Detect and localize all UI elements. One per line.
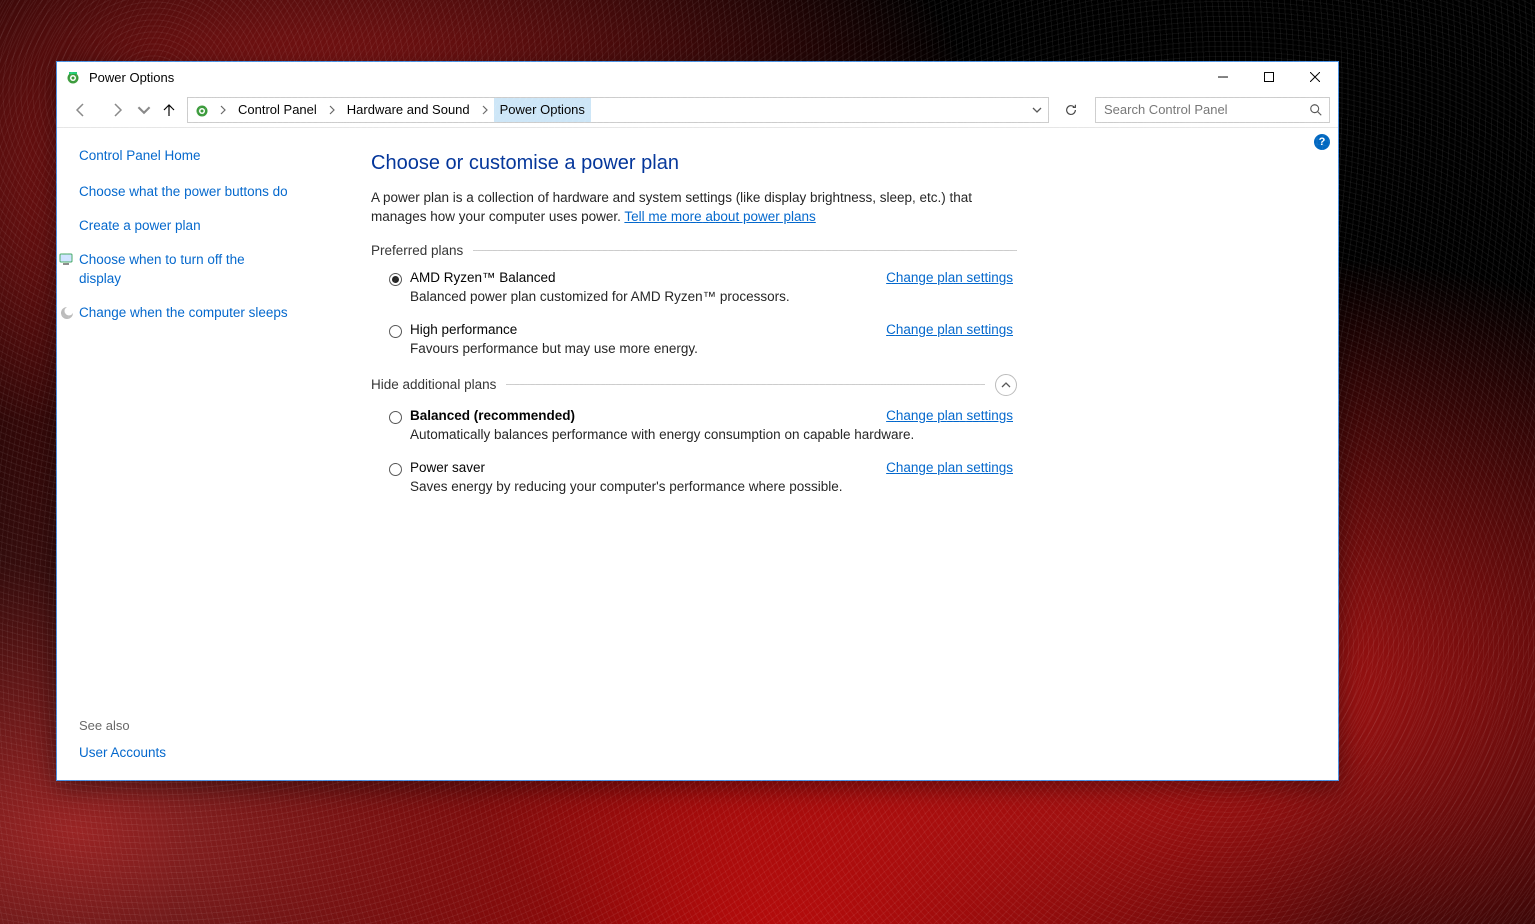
sidebar-link-display-off[interactable]: Choose when to turn off the display bbox=[79, 251, 289, 287]
desktop-background: Power Options bbox=[0, 0, 1535, 924]
up-button[interactable] bbox=[155, 96, 183, 124]
sidebar-link-power-buttons[interactable]: Choose what the power buttons do bbox=[79, 183, 289, 201]
breadcrumb-item[interactable]: Control Panel bbox=[232, 98, 323, 122]
address-icon bbox=[194, 102, 210, 118]
section-label: Hide additional plans bbox=[371, 377, 496, 392]
control-panel-home-link[interactable]: Control Panel Home bbox=[79, 148, 289, 163]
window-body: ? Control Panel Home Choose what the pow… bbox=[57, 128, 1338, 780]
sidebar-link-user-accounts[interactable]: User Accounts bbox=[79, 745, 289, 760]
titlebar: Power Options bbox=[57, 62, 1338, 92]
plan-description: Balanced power plan customized for AMD R… bbox=[410, 289, 1017, 304]
section-label: Preferred plans bbox=[371, 243, 463, 258]
breadcrumb-item-current[interactable]: Power Options bbox=[494, 98, 591, 122]
chevron-right-icon[interactable] bbox=[323, 105, 341, 115]
see-also-label: See also bbox=[79, 718, 289, 733]
page-description: A power plan is a collection of hardware… bbox=[371, 189, 1017, 227]
sidebar-item-label: Change when the computer sleeps bbox=[79, 305, 288, 320]
divider bbox=[506, 384, 985, 385]
window-title: Power Options bbox=[89, 70, 174, 85]
search-icon bbox=[1309, 103, 1323, 117]
divider bbox=[473, 250, 1017, 251]
sidebar: Control Panel Home Choose what the power… bbox=[57, 128, 301, 780]
change-plan-settings-link[interactable]: Change plan settings bbox=[886, 270, 1013, 285]
sidebar-link-sleep[interactable]: Change when the computer sleeps bbox=[79, 304, 289, 322]
chevron-up-icon[interactable] bbox=[995, 374, 1017, 396]
search-input[interactable] bbox=[1102, 101, 1323, 118]
back-button[interactable] bbox=[65, 96, 97, 124]
address-dropdown-icon[interactable] bbox=[1024, 105, 1048, 115]
radio-button[interactable] bbox=[389, 273, 402, 286]
recent-locations-dropdown[interactable] bbox=[137, 96, 151, 124]
tell-me-more-link[interactable]: Tell me more about power plans bbox=[624, 209, 815, 224]
sidebar-link-create-plan[interactable]: Create a power plan bbox=[79, 217, 289, 235]
section-additional-plans[interactable]: Hide additional plans bbox=[371, 374, 1017, 396]
control-panel-window: Power Options bbox=[56, 61, 1339, 781]
radio-button[interactable] bbox=[389, 325, 402, 338]
plan-name[interactable]: High performance bbox=[410, 322, 517, 337]
close-button[interactable] bbox=[1292, 62, 1338, 92]
navigation-bar: Control Panel Hardware and Sound Power O… bbox=[57, 92, 1338, 128]
forward-button[interactable] bbox=[101, 96, 133, 124]
plan-high-performance: High performance Change plan settings Fa… bbox=[389, 322, 1017, 356]
plan-amd-ryzen-balanced: AMD Ryzen™ Balanced Change plan settings… bbox=[389, 270, 1017, 304]
chevron-right-icon[interactable] bbox=[214, 105, 232, 115]
plan-description: Saves energy by reducing your computer's… bbox=[410, 479, 1017, 494]
page-heading: Choose or customise a power plan bbox=[371, 152, 1017, 175]
breadcrumb-item[interactable]: Hardware and Sound bbox=[341, 98, 476, 122]
minimize-button[interactable] bbox=[1200, 62, 1246, 92]
monitor-icon bbox=[59, 252, 75, 268]
search-control-panel[interactable] bbox=[1095, 97, 1330, 123]
power-options-icon bbox=[65, 69, 81, 85]
plan-power-saver: Power saver Change plan settings Saves e… bbox=[389, 460, 1017, 494]
radio-button[interactable] bbox=[389, 463, 402, 476]
chevron-right-icon[interactable] bbox=[476, 105, 494, 115]
sidebar-item-label: Choose when to turn off the display bbox=[79, 252, 245, 285]
plan-name[interactable]: Balanced (recommended) bbox=[410, 408, 575, 423]
address-bar[interactable]: Control Panel Hardware and Sound Power O… bbox=[187, 97, 1049, 123]
section-preferred-plans: Preferred plans bbox=[371, 243, 1017, 258]
plan-description: Automatically balances performance with … bbox=[410, 427, 1017, 442]
plan-balanced: Balanced (recommended) Change plan setti… bbox=[389, 408, 1017, 442]
moon-icon bbox=[59, 305, 75, 321]
change-plan-settings-link[interactable]: Change plan settings bbox=[886, 322, 1013, 337]
plan-description: Favours performance but may use more ene… bbox=[410, 341, 1017, 356]
main-content: Choose or customise a power plan A power… bbox=[301, 128, 1041, 780]
plan-name[interactable]: AMD Ryzen™ Balanced bbox=[410, 270, 556, 285]
radio-button[interactable] bbox=[389, 411, 402, 424]
plan-name[interactable]: Power saver bbox=[410, 460, 485, 475]
help-icon[interactable]: ? bbox=[1314, 134, 1330, 150]
refresh-button[interactable] bbox=[1057, 97, 1085, 123]
change-plan-settings-link[interactable]: Change plan settings bbox=[886, 460, 1013, 475]
change-plan-settings-link[interactable]: Change plan settings bbox=[886, 408, 1013, 423]
maximize-button[interactable] bbox=[1246, 62, 1292, 92]
